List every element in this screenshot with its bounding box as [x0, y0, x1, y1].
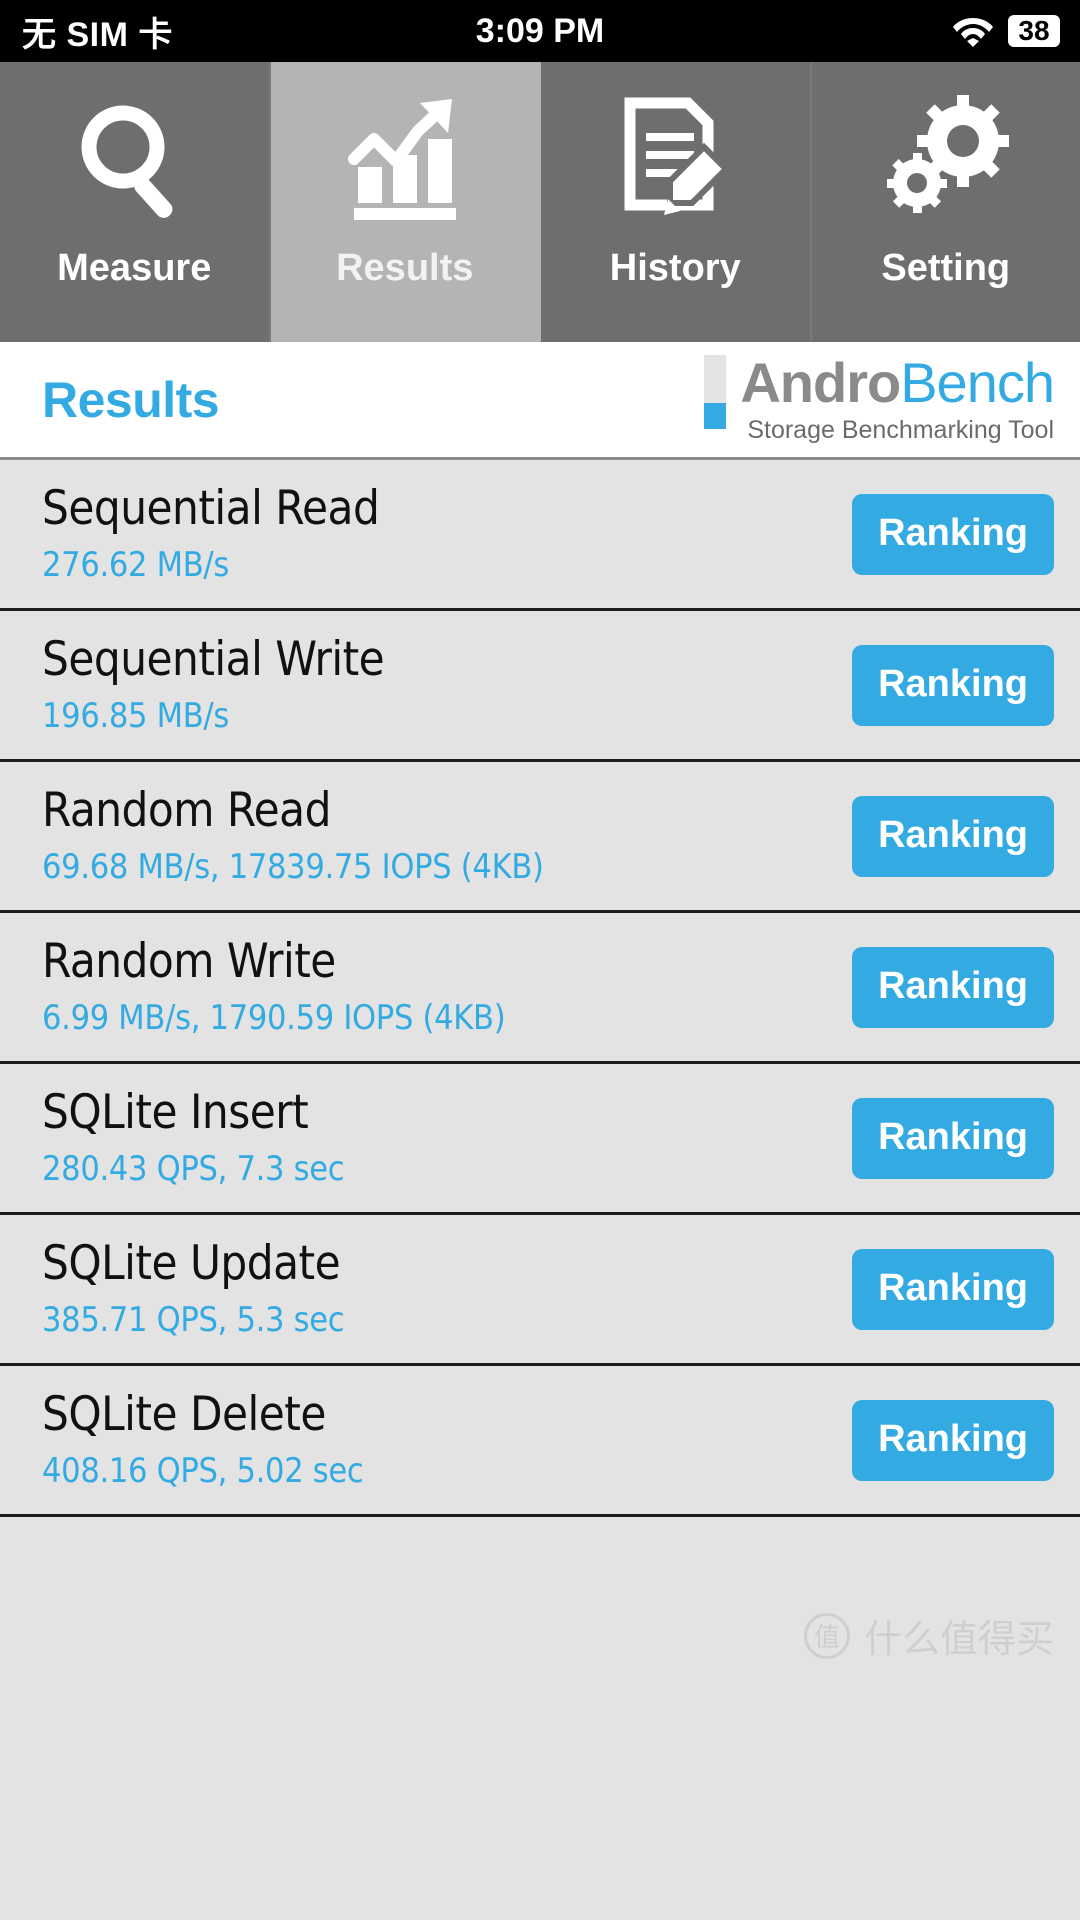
androbench-logo: AndroBench Storage Benchmarking Tool: [704, 354, 1055, 445]
brand-primary: Andro: [740, 350, 901, 414]
result-row[interactable]: Random Write 6.99 MB/s, 1790.59 IOPS (4KB…: [0, 913, 1080, 1064]
result-title: SQLite Insert: [42, 1084, 309, 1140]
result-value: 408.16 QPS, 5.02 sec: [42, 1451, 364, 1492]
tab-measure-label: Measure: [57, 247, 212, 289]
tab-bar: Measure Results History Setting: [0, 62, 1080, 342]
magnifier-icon: [69, 92, 199, 227]
watermark: 值 什么值得买: [803, 1608, 1054, 1663]
empty-space: 值 什么值得买: [0, 1517, 1080, 1687]
ranking-button[interactable]: Ranking: [852, 1097, 1054, 1179]
page-title: Results: [42, 371, 220, 428]
ranking-button[interactable]: Ranking: [852, 1399, 1054, 1481]
result-row[interactable]: Random Read 69.68 MB/s, 17839.75 IOPS (4K…: [0, 762, 1080, 913]
gears-icon: [881, 92, 1011, 227]
result-row[interactable]: Sequential Read 276.62 MB/s Ranking: [0, 460, 1080, 611]
tab-history-label: History: [609, 247, 741, 289]
result-value: 276.62 MB/s: [42, 545, 230, 586]
bar-chart-arrow-icon: [340, 92, 470, 227]
tab-setting[interactable]: Setting: [811, 62, 1080, 342]
watermark-text: 什么值得买: [863, 1617, 1054, 1661]
result-title: Sequential Write: [42, 631, 385, 687]
result-title: Sequential Read: [42, 480, 380, 536]
tab-measure[interactable]: Measure: [0, 62, 271, 342]
result-value: 280.43 QPS, 7.3 sec: [42, 1149, 345, 1190]
watermark-logo-icon: 值: [803, 1612, 850, 1659]
result-value: 6.99 MB/s, 1790.59 IOPS (4KB): [42, 998, 506, 1039]
tab-history[interactable]: History: [541, 62, 812, 342]
tab-results[interactable]: Results: [270, 62, 541, 342]
ranking-button[interactable]: Ranking: [852, 1248, 1054, 1330]
brand-subtitle: Storage Benchmarking Tool: [747, 415, 1054, 444]
result-row[interactable]: SQLite Delete 408.16 QPS, 5.02 sec Ranking: [0, 1366, 1080, 1517]
result-row[interactable]: Sequential Write 196.85 MB/s Ranking: [0, 611, 1080, 762]
result-value: 385.71 QPS, 5.3 sec: [42, 1300, 345, 1341]
brand-secondary: Bench: [900, 350, 1055, 414]
status-bar: 无 SIM 卡 3:09 PM 38: [0, 0, 1080, 62]
tab-results-label: Results: [336, 247, 474, 289]
results-list: Sequential Read 276.62 MB/s Ranking Sequent…: [0, 460, 1080, 1517]
page-header: Results AndroBench Storage Benchmarking …: [0, 342, 1080, 460]
tab-setting-label: Setting: [881, 247, 1011, 289]
result-title: SQLite Delete: [42, 1386, 326, 1442]
clock-label: 3:09 PM: [475, 11, 605, 50]
ranking-button[interactable]: Ranking: [852, 493, 1054, 575]
logo-bar-icon: [704, 354, 727, 429]
result-title: SQLite Update: [42, 1235, 341, 1291]
result-title: Random Read: [42, 782, 331, 838]
result-value: 196.85 MB/s: [42, 696, 230, 737]
result-title: Random Write: [42, 933, 336, 989]
document-pencil-icon: [610, 92, 740, 227]
result-row[interactable]: SQLite Update 385.71 QPS, 5.3 sec Ranking: [0, 1215, 1080, 1366]
ranking-button[interactable]: Ranking: [852, 795, 1054, 877]
result-row[interactable]: SQLite Insert 280.43 QPS, 7.3 sec Ranking: [0, 1064, 1080, 1215]
ranking-button[interactable]: Ranking: [852, 946, 1054, 1028]
ranking-button[interactable]: Ranking: [852, 644, 1054, 726]
result-value: 69.68 MB/s, 17839.75 IOPS (4KB): [42, 847, 544, 888]
